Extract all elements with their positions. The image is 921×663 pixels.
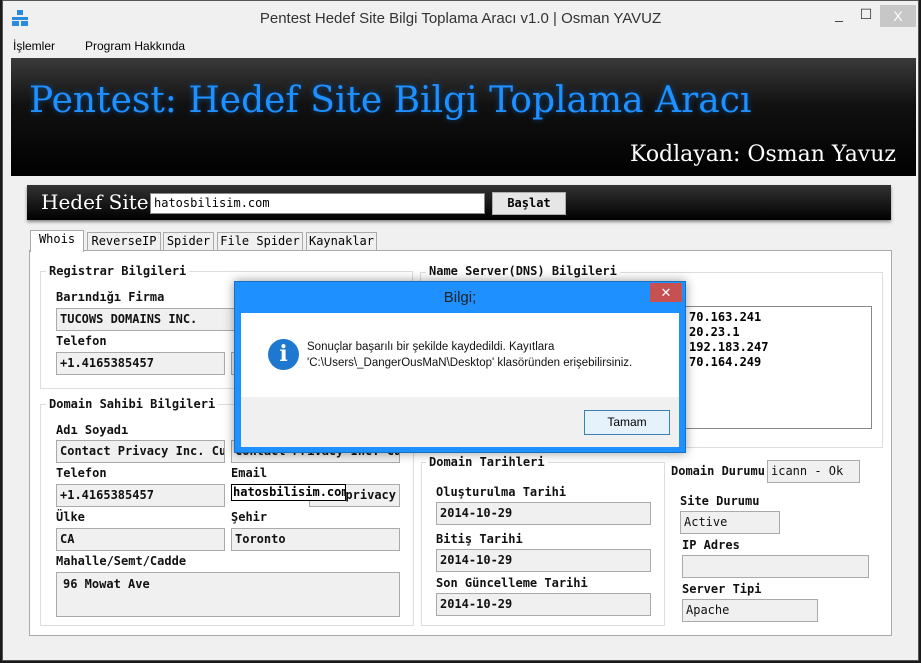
info-dialog: Bilgi; ✕ i Sonuçlar başarılı bir şekilde… [234,281,686,453]
ok-button[interactable]: Tamam [584,410,670,435]
expires-field[interactable]: 2014-10-29 [436,549,651,572]
domain-status-label: Domain Durumu [671,464,765,478]
dialog-close-button[interactable]: ✕ [650,283,682,302]
window-title: Pentest Hedef Site Bilgi Toplama Aracı v… [259,10,662,27]
tab-reverseip[interactable]: ReverseIP [87,232,161,251]
target-site-input[interactable]: hatosbilisim.com [150,193,485,214]
city-label: Şehir [231,510,268,524]
start-button[interactable]: Başlat [492,192,566,215]
banner-title: Pentest: Hedef Site Bilgi Toplama Aracı [29,80,752,121]
nameserver-item: 70.163.241 [689,310,762,324]
dialog-footer: Tamam [241,397,679,447]
dialog-title: Bilgi; [443,289,477,306]
dates-group-title: Domain Tarihleri [426,455,548,469]
header-banner: Pentest: Hedef Site Bilgi Toplama Aracı … [11,58,916,176]
tab-whois[interactable]: Whois [30,230,84,252]
updated-label: Son Güncelleme Tarihi [436,576,588,590]
address-label: Mahalle/Semt/Cadde [56,554,187,568]
email-tooltip: hatosbilisim.com [231,484,346,501]
updated-field[interactable]: 2014-10-29 [436,593,651,616]
dialog-body: i Sonuçlar başarılı bir şekilde kaydedil… [241,313,679,397]
country-field[interactable]: CA [56,528,225,551]
target-label: Hedef Site: [41,190,156,214]
info-icon: i [268,339,299,370]
tab-spider[interactable]: Spider [163,232,214,251]
owner-phone-label: Telefon [56,466,107,480]
expires-label: Bitiş Tarihi [436,532,523,546]
firm-label: Barındığı Firma [56,290,165,304]
close-button[interactable]: X [880,5,916,27]
banner-subtitle: Kodlayan: Osman Yavuz [629,142,896,167]
name-label: Adı Soyadı [56,423,129,437]
dialog-message-line2: 'C:\Users\_DangerOusMaN\Desktop' klasörü… [307,357,633,369]
ip-field[interactable] [682,555,869,578]
nameserver-group-title: Name Server(DNS) Bilgileri [426,264,620,278]
target-bar: Hedef Site: hatosbilisim.com Başlat [27,185,891,220]
address-field[interactable]: 96 Mowat Ave [56,572,400,617]
tab-file-spider[interactable]: File Spider [217,232,303,251]
registrar-phone-field[interactable]: +1.4165385457 [56,352,225,375]
nameserver-item: 192.183.247 [689,340,769,354]
server-type-field[interactable]: Apache [682,599,818,622]
nameserver-item: 70.164.249 [689,355,762,369]
owner-group-title: Domain Sahibi Bilgileri [46,397,219,411]
country-label: Ülke [56,510,85,524]
title-bar: Pentest Hedef Site Bilgi Toplama Aracı v… [3,1,918,35]
registrar-group-title: Registrar Bilgileri [46,264,190,278]
site-status-label: Site Durumu [680,494,760,508]
ip-label: IP Adres [682,538,740,552]
domain-status-field[interactable]: icann - Ok [767,460,860,483]
created-label: Oluşturulma Tarihi [436,485,567,499]
maximize-button[interactable]: ☐ [853,3,879,27]
site-status-field[interactable]: Active [680,511,780,534]
created-field[interactable]: 2014-10-29 [436,502,651,525]
owner-phone-field[interactable]: +1.4165385457 [56,484,225,507]
dialog-message-line1: Sonuçlar başarılı bir şekilde kaydedildi… [307,341,555,353]
city-field[interactable]: Toronto [231,528,400,551]
name-field[interactable]: Contact Privacy Inc. Customer [56,440,225,463]
tab-kaynaklar[interactable]: Kaynaklar [306,232,377,251]
minimize-button[interactable]: _ [826,3,852,27]
registrar-phone-label: Telefon [56,334,107,348]
email-label: Email [231,466,268,480]
menu-program-hakkinda[interactable]: Program Hakkında [85,39,185,53]
nameserver-item: 20.23.1 [689,325,740,339]
menu-bar: İşlemler Program Hakkında [3,35,918,58]
server-type-label: Server Tipi [682,582,762,596]
menu-islemler[interactable]: İşlemler [13,39,55,53]
